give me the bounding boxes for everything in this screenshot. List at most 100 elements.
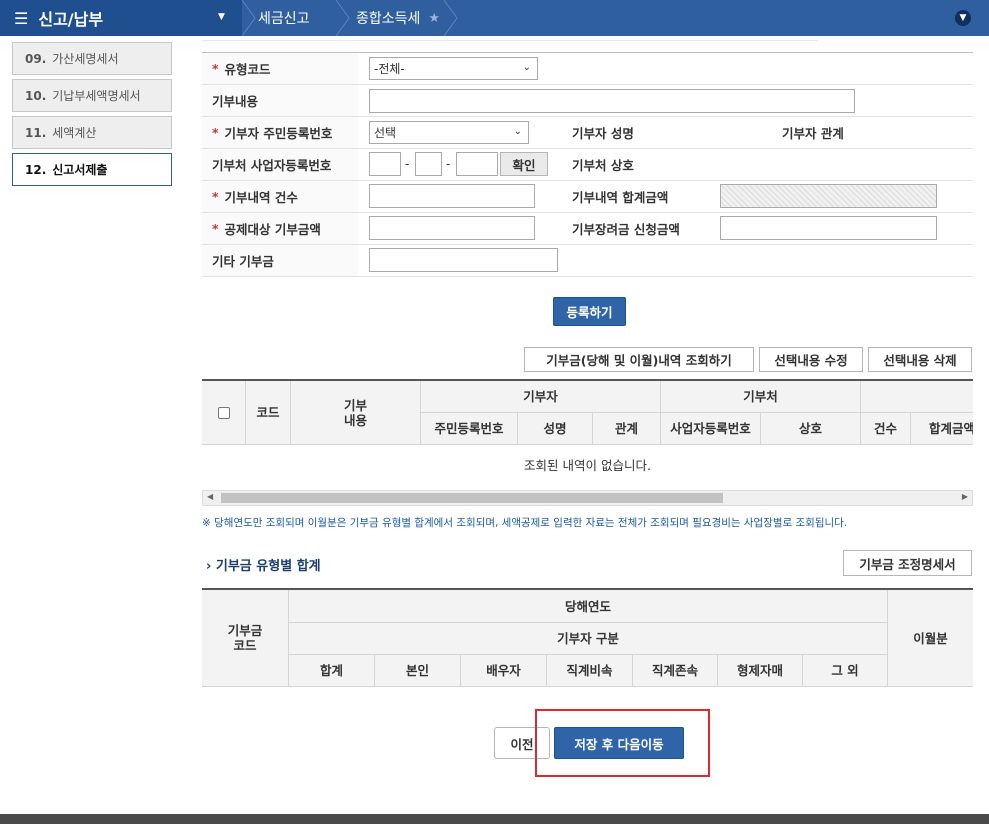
breadcrumb-item-tax-filing[interactable]: 세금신고 xyxy=(258,0,310,36)
donor-rrn-label: * 기부자 주민등록번호 xyxy=(202,117,358,148)
scholarship-input[interactable] xyxy=(720,216,937,240)
adjust-statement-button[interactable]: 기부금 조정명세서 xyxy=(843,550,972,576)
breadcrumb-separator-icon xyxy=(242,0,256,36)
breadcrumb-text: 종합소득세 xyxy=(356,11,421,27)
sidebar: 09. 가산세명세서 10. 기납부세액명세서 11. 세액계산 12. 신고서제출 xyxy=(12,42,172,190)
horizontal-scrollbar[interactable]: ◀ ▶ xyxy=(202,490,973,506)
form-row: 기타 기부금 xyxy=(202,245,973,277)
count-label: * 기부내역 건수 xyxy=(202,181,358,212)
menu-title-text: 신고/납부 xyxy=(38,10,104,29)
other-input[interactable] xyxy=(369,248,558,272)
col-donor: 기부자 xyxy=(421,381,661,413)
col-carryover: 이월분 xyxy=(888,590,973,687)
col-sibling: 형제자매 xyxy=(718,655,803,687)
donor-name-label: 기부자 성명 xyxy=(562,117,708,148)
col-trade: 상호 xyxy=(761,413,861,445)
form-row: * 유형코드 -전체- ⌄ xyxy=(202,53,973,85)
star-icon[interactable]: ★ xyxy=(428,11,440,26)
content-label: 기부내용 xyxy=(202,85,358,116)
label-text: 유형코드 xyxy=(224,62,271,77)
dash-text: - xyxy=(446,157,451,171)
menu-title[interactable]: ☰ 신고/납부 ▼ xyxy=(0,0,242,36)
caret-down-icon[interactable]: ▼ xyxy=(218,12,225,22)
col-donor-type: 기부자 구분 xyxy=(289,623,888,655)
col-descendant: 직계비속 xyxy=(547,655,633,687)
chevron-down-icon[interactable]: ▼ xyxy=(955,10,971,26)
sidebar-item-tax-calc[interactable]: 11. 세액계산 xyxy=(12,116,172,149)
required-icon: * xyxy=(212,61,219,76)
top-bar: ☰ 신고/납부 ▼ 세금신고 종합소득세 ★ ▼ xyxy=(0,0,989,36)
chevron-down-icon: ⌄ xyxy=(522,62,531,73)
dash-text: - xyxy=(405,157,410,171)
type-code-select[interactable]: -전체- ⌄ xyxy=(369,57,538,80)
edit-selected-button[interactable]: 선택내용 수정 xyxy=(759,347,863,372)
scroll-right-icon[interactable]: ▶ xyxy=(962,492,968,501)
scholarship-label: 기부장려금 신청금액 xyxy=(562,213,708,244)
scrollbar-thumb[interactable] xyxy=(221,493,723,503)
register-button[interactable]: 등록하기 xyxy=(553,297,626,326)
col-donation-code: 기부금 코드 xyxy=(202,590,289,687)
sidebar-item-label: 세액계산 xyxy=(52,126,97,140)
sidebar-item-number: 11. xyxy=(25,125,47,140)
col-name: 성명 xyxy=(518,413,593,445)
col-brn: 사업자등록번호 xyxy=(661,413,761,445)
form-row: 기부처 사업자등록번호 - - 확인 기부처 상호 xyxy=(202,149,973,181)
required-icon: * xyxy=(212,189,219,204)
col-self: 본인 xyxy=(375,655,461,687)
sidebar-item-label: 신고서제출 xyxy=(52,163,108,177)
form-row: * 공제대상 기부금액 기부장려금 신청금액 xyxy=(202,213,973,245)
total-amount-readonly xyxy=(720,184,937,208)
chevron-down-icon: ⌄ xyxy=(513,126,522,137)
sidebar-item-penalty-tax[interactable]: 09. 가산세명세서 xyxy=(12,42,172,75)
count-input[interactable] xyxy=(369,184,535,208)
sidebar-item-submit[interactable]: 12. 신고서제출 xyxy=(12,153,172,186)
form-row: * 기부자 주민등록번호 선택 ⌄ 기부자 성명 기부자 관계 xyxy=(202,117,973,149)
col-total: 합계금액 xyxy=(911,413,973,445)
donation-form: * 유형코드 -전체- ⌄ 기부내용 * 기부자 주민등록번호 선택 ⌄ 기부자 성명 … xyxy=(202,52,973,277)
select-value: 선택 xyxy=(374,126,397,140)
org-name-label: 기부처 상호 xyxy=(562,149,708,180)
required-icon: * xyxy=(212,125,219,140)
sidebar-item-number: 09. xyxy=(25,51,47,66)
query-donation-button[interactable]: 기부금(당해 및 이월)내역 조회하기 xyxy=(524,347,754,372)
breadcrumb-separator-icon xyxy=(336,0,350,36)
donation-grid: 코드 기부 내용 기부자 기부처 주민등록번호 성명 관계 사업자등록번호 상호… xyxy=(202,379,973,473)
col-org: 기부처 xyxy=(661,381,861,413)
col-ascendant: 직계존속 xyxy=(633,655,718,687)
col-current-year: 당해연도 xyxy=(289,590,888,623)
delete-selected-button[interactable]: 선택내용 삭제 xyxy=(868,347,972,372)
label-text: 기부내역 건수 xyxy=(224,190,298,205)
menu-icon[interactable]: ☰ xyxy=(14,9,28,28)
select-all-checkbox[interactable] xyxy=(217,406,230,419)
scroll-left-icon[interactable]: ◀ xyxy=(207,492,213,501)
sidebar-item-number: 12. xyxy=(25,162,47,177)
divider xyxy=(202,40,818,41)
col-sum: 합계 xyxy=(289,655,375,687)
confirm-button[interactable]: 확인 xyxy=(500,152,548,176)
org-brn-part1-input[interactable] xyxy=(369,152,401,176)
required-icon: * xyxy=(212,221,219,236)
deductible-label: * 공제대상 기부금액 xyxy=(202,213,358,244)
org-brn-label: 기부처 사업자등록번호 xyxy=(202,149,358,180)
sidebar-item-prepaid-tax[interactable]: 10. 기납부세액명세서 xyxy=(12,79,172,112)
col-blank xyxy=(861,381,973,413)
form-row: 기부내용 xyxy=(202,85,973,117)
sidebar-item-label: 가산세명세서 xyxy=(52,52,119,66)
form-row: * 기부내역 건수 기부내역 합계금액 xyxy=(202,181,973,213)
breadcrumb-separator-icon xyxy=(444,0,458,36)
section-title: › 기부금 유형별 합계 xyxy=(206,559,321,574)
col-count: 건수 xyxy=(861,413,911,445)
donor-rrn-select[interactable]: 선택 ⌄ xyxy=(369,121,529,144)
deductible-input[interactable] xyxy=(369,216,535,240)
col-relation: 관계 xyxy=(593,413,661,445)
breadcrumb-item-income-tax[interactable]: 종합소득세 ★ xyxy=(356,0,440,36)
label-text: 공제대상 기부금액 xyxy=(224,222,321,237)
highlight-box xyxy=(535,709,710,777)
col-content: 기부 내용 xyxy=(291,381,421,445)
org-brn-part3-input[interactable] xyxy=(456,152,498,176)
type-code-label: * 유형코드 xyxy=(202,53,358,84)
breadcrumb-text: 세금신고 xyxy=(258,11,310,27)
org-brn-part2-input[interactable] xyxy=(415,152,442,176)
footer-bar xyxy=(0,814,989,824)
content-input[interactable] xyxy=(369,89,855,113)
